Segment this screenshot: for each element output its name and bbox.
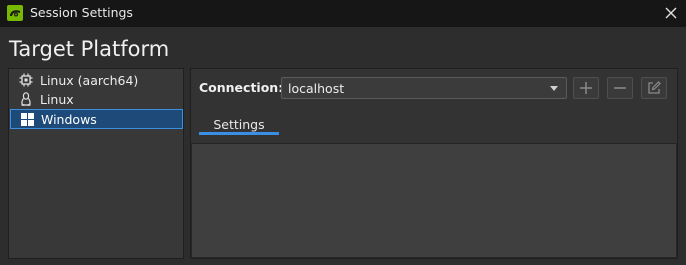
platform-label: Linux (aarch64) (40, 72, 139, 88)
title-bar: Session Settings (0, 0, 686, 27)
close-button[interactable] (662, 4, 680, 22)
connection-value: localhost (288, 80, 345, 96)
plus-icon (580, 82, 592, 94)
platform-label: Linux (40, 91, 74, 107)
add-connection-button[interactable] (573, 77, 599, 99)
windows-icon (19, 111, 35, 127)
connection-label: Connection: (199, 80, 284, 95)
settings-content-area (191, 143, 677, 258)
chip-icon (18, 72, 34, 88)
remove-connection-button[interactable] (607, 77, 633, 99)
platform-item-windows[interactable]: Windows (10, 109, 183, 129)
chevron-down-icon (550, 86, 558, 91)
edit-icon (648, 81, 661, 94)
nvidia-nsight-icon (7, 5, 23, 21)
platform-label: Windows (41, 111, 97, 127)
connection-dropdown[interactable]: localhost (281, 77, 567, 99)
minus-icon (614, 87, 626, 89)
close-icon (665, 7, 677, 19)
platform-list: Linux (aarch64) Linux Windows (8, 68, 184, 259)
page-title: Target Platform (9, 37, 170, 61)
penguin-icon (18, 91, 34, 107)
edit-connection-button[interactable] (641, 77, 667, 99)
window-title: Session Settings (30, 5, 133, 20)
platform-item-linux-aarch64[interactable]: Linux (aarch64) (10, 70, 183, 90)
active-tab-indicator (199, 132, 279, 135)
platform-item-linux[interactable]: Linux (10, 89, 183, 109)
